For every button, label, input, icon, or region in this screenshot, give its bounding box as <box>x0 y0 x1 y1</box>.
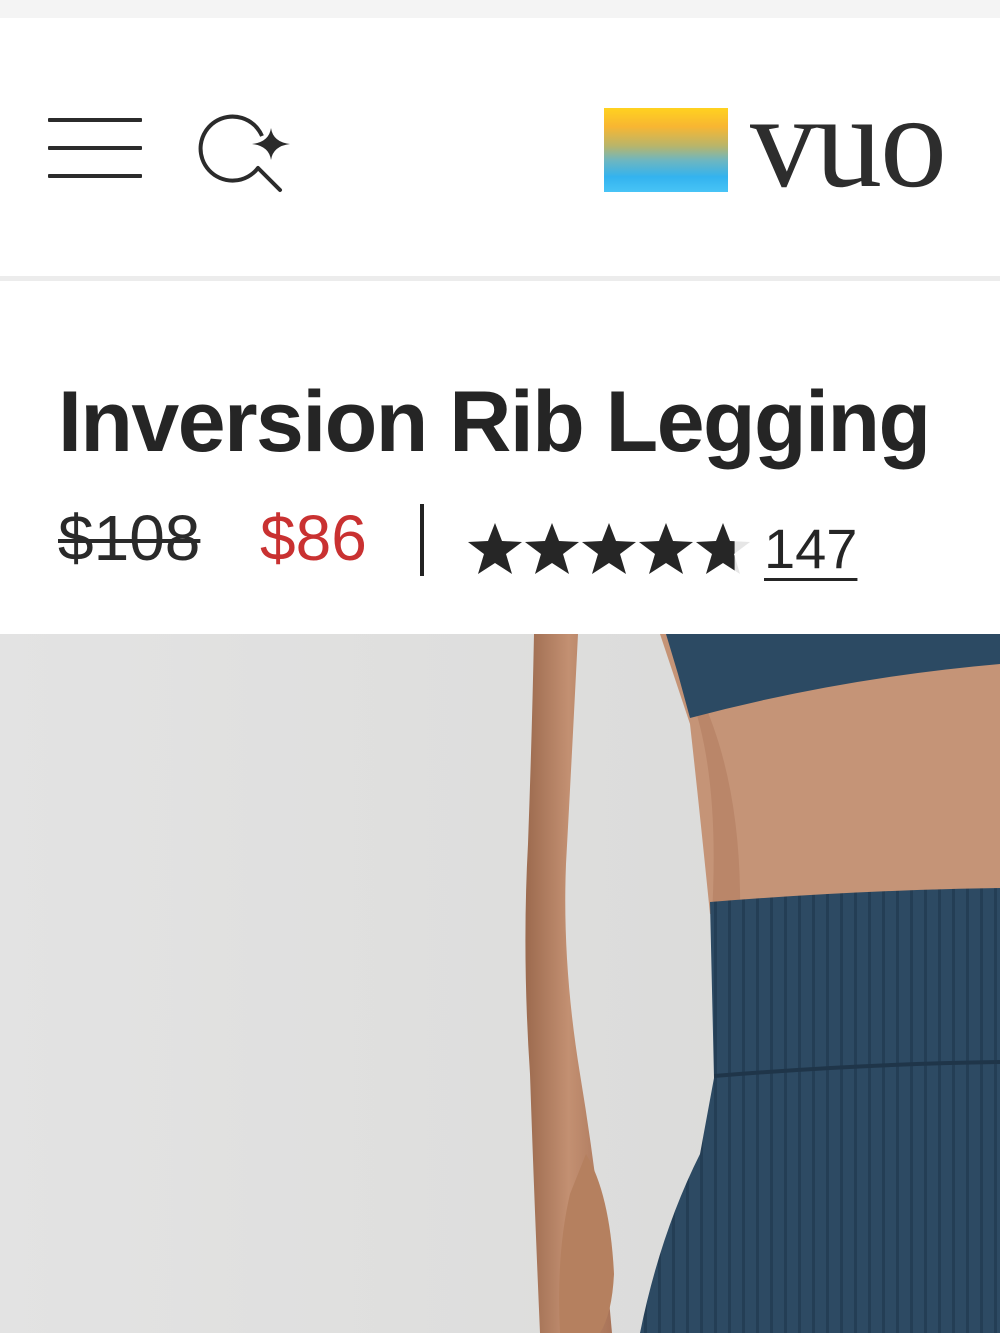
star-icon <box>639 523 693 574</box>
ai-search-icon <box>198 114 290 192</box>
star-icon <box>696 523 750 574</box>
hamburger-menu-icon-bar <box>48 146 142 150</box>
product-photo <box>0 634 1000 1333</box>
top-status-strip <box>0 0 1000 18</box>
search-button[interactable] <box>196 106 296 196</box>
hamburger-menu-icon <box>48 118 142 122</box>
product-image[interactable] <box>0 634 1000 1333</box>
header-divider <box>0 276 1000 281</box>
price-row: $108 $86 147 <box>58 500 958 590</box>
original-price: $108 <box>58 502 201 574</box>
review-count-link[interactable]: 147 <box>764 516 857 582</box>
star-icon <box>468 523 522 574</box>
menu-button[interactable] <box>46 112 146 188</box>
star-icon <box>525 523 579 574</box>
brand-logo[interactable]: vuo <box>604 92 1000 202</box>
sale-price: $86 <box>260 502 367 574</box>
logo-wordmark: vuo <box>750 92 947 202</box>
price-divider <box>420 504 424 576</box>
star-icon <box>582 523 636 574</box>
star-rating[interactable] <box>466 520 756 578</box>
logo-gradient-mark <box>604 108 728 192</box>
product-title: Inversion Rib Legging <box>58 374 931 470</box>
hamburger-menu-icon-bar <box>48 174 142 178</box>
